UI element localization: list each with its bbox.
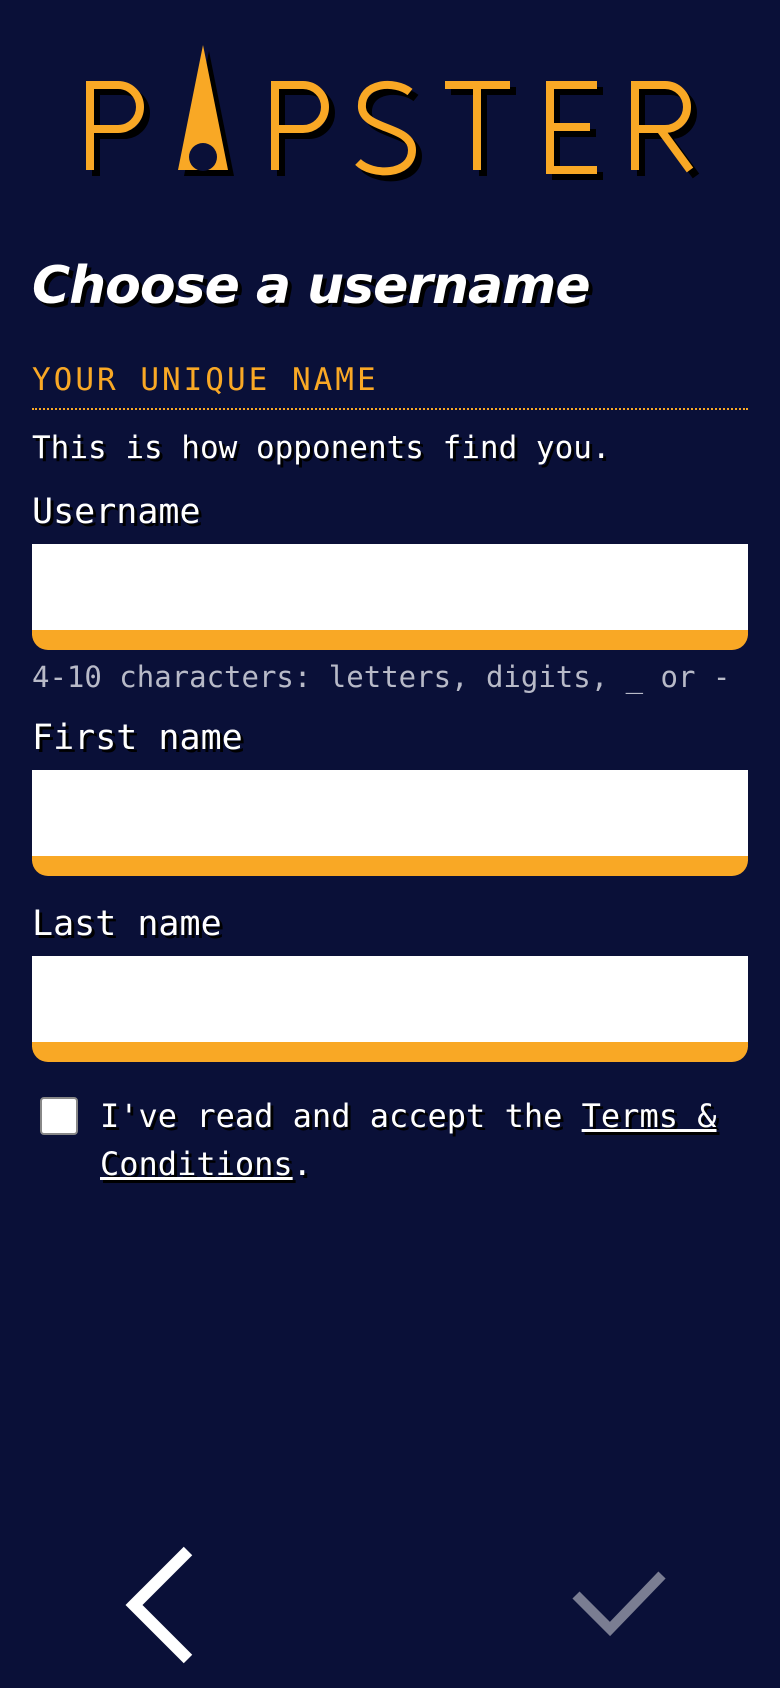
last-name-field-wrapper bbox=[32, 956, 748, 1062]
last-name-label: Last name bbox=[32, 904, 222, 944]
first-name-group: First name bbox=[32, 718, 748, 876]
last-name-input[interactable] bbox=[32, 956, 748, 1042]
terms-row: I've read and accept the Terms & Conditi… bbox=[32, 1092, 748, 1188]
terms-text: I've read and accept the Terms & Conditi… bbox=[100, 1092, 748, 1188]
terms-text-after: . bbox=[292, 1145, 312, 1183]
page-title: Choose a username bbox=[32, 256, 591, 316]
page-description: This is how opponents find you. bbox=[32, 430, 611, 466]
signup-form: Choose a username YOUR UNIQUE NAME This … bbox=[32, 250, 748, 1188]
check-icon bbox=[572, 1571, 666, 1637]
terms-text-before: I've read and accept the bbox=[100, 1097, 582, 1135]
first-name-label: First name bbox=[32, 718, 243, 758]
last-name-group: Last name bbox=[32, 904, 748, 1062]
first-name-input[interactable] bbox=[32, 770, 748, 856]
app-logo bbox=[0, 30, 780, 200]
confirm-button[interactable] bbox=[570, 1565, 670, 1645]
username-hint: 4-10 characters: letters, digits, _ or - bbox=[32, 660, 731, 694]
back-button[interactable] bbox=[120, 1545, 200, 1665]
chevron-left-icon bbox=[125, 1546, 193, 1664]
section-heading: YOUR UNIQUE NAME bbox=[32, 362, 748, 410]
terms-checkbox[interactable] bbox=[40, 1097, 78, 1135]
username-label: Username bbox=[32, 492, 201, 532]
username-field-wrapper bbox=[32, 544, 748, 650]
first-name-field-wrapper bbox=[32, 770, 748, 876]
username-group: Username 4-10 characters: letters, digit… bbox=[32, 492, 748, 694]
username-input[interactable] bbox=[32, 544, 748, 630]
